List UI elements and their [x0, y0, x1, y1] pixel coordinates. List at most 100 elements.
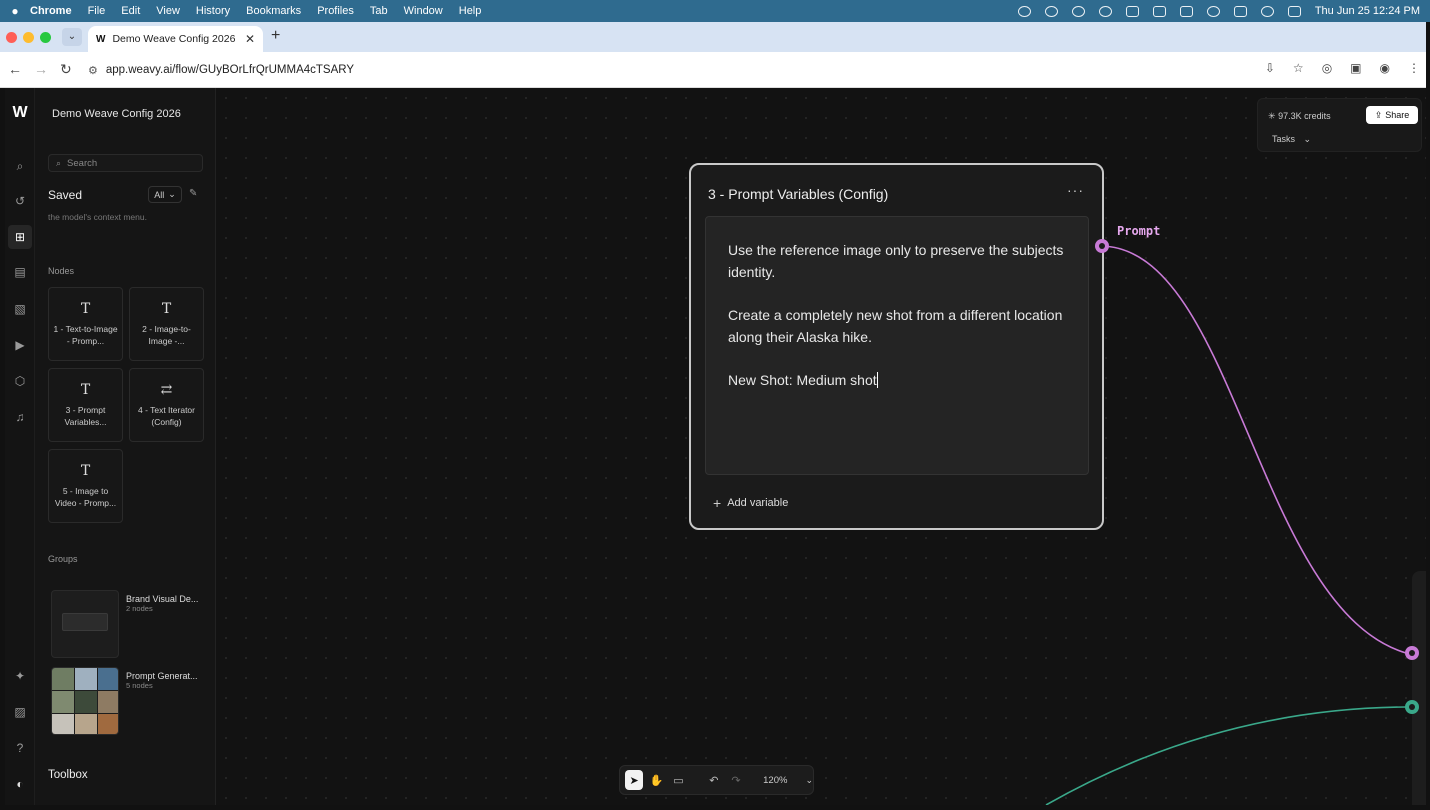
weavy-logo-icon[interactable]: W	[7, 104, 31, 124]
pan-hand-icon[interactable]: ✋	[647, 770, 665, 790]
install-app-icon[interactable]: ⇩	[1265, 61, 1275, 75]
window-minimize-button[interactable]	[23, 32, 34, 43]
tab-search-chevron-icon[interactable]: ⌄	[62, 28, 82, 46]
discord-icon[interactable]: ◐	[8, 772, 32, 796]
image-models-icon[interactable]: ▧	[8, 297, 32, 321]
menu-app-name[interactable]: Chrome	[30, 5, 72, 17]
address-bar[interactable]: ⚙ app.weavy.ai/flow/GUyBOrLfrQrUMMA4cTSA…	[88, 58, 1238, 82]
menu-view[interactable]: View	[156, 5, 180, 17]
menu-file[interactable]: File	[88, 5, 106, 17]
share-button[interactable]: ⇪ Share	[1366, 106, 1418, 124]
toolbox-briefcase-icon[interactable]: ▤	[8, 260, 32, 284]
iterator-icon: ⇄	[160, 382, 173, 398]
handle-center	[1099, 243, 1105, 249]
node-menu-dots-icon[interactable]: ···	[1067, 182, 1084, 198]
bookmark-star-icon[interactable]: ☆	[1293, 61, 1304, 75]
wifi-icon[interactable]	[1206, 5, 1220, 17]
tray-record-icon[interactable]	[1044, 5, 1058, 17]
zoom-level[interactable]: 120%	[763, 775, 787, 786]
saved-node-card[interactable]: T 5 - Image to Video - Promp...	[48, 449, 123, 523]
add-variable-button[interactable]: + Add variable	[713, 495, 788, 511]
site-info-icon[interactable]: ⚙	[88, 64, 98, 77]
window-close-button[interactable]	[6, 32, 17, 43]
tray-keyboard-icon[interactable]	[1179, 5, 1193, 17]
control-center-icon[interactable]	[1287, 5, 1301, 17]
chevron-down-icon[interactable]: ⌄	[805, 775, 813, 786]
credits-asterisk-icon: ✳	[1268, 111, 1276, 121]
address-url[interactable]: app.weavy.ai/flow/GUyBOrLfrQrUMMA4cTSARY	[106, 64, 354, 76]
forward-arrow-icon[interactable]: →	[34, 61, 48, 77]
saved-group[interactable]: Brand Visual De... 2 nodes	[51, 590, 201, 658]
new-tab-plus-icon[interactable]: +	[271, 27, 280, 45]
video-models-icon[interactable]: ▶	[8, 333, 32, 357]
node-title[interactable]: 3 - Prompt Variables (Config)	[708, 186, 888, 202]
saved-node-card[interactable]: T 1 - Text-to-Image - Promp...	[48, 287, 123, 361]
toolbox-heading[interactable]: Toolbox	[48, 769, 88, 781]
menu-help[interactable]: Help	[459, 5, 482, 17]
menubar-tray: Thu Jun 25 12:24 PM	[1017, 0, 1420, 22]
flow-canvas[interactable]: ✳ 97.3K credits ⇪ Share Tasks ⌄ 3 - Prom…	[216, 88, 1426, 805]
extension-profile-icon[interactable]: ◎	[1322, 61, 1332, 75]
3d-models-icon[interactable]: ⬡	[8, 369, 32, 393]
window-zoom-button[interactable]	[40, 32, 51, 43]
battery-icon[interactable]	[1233, 5, 1247, 17]
undo-icon[interactable]: ↶	[705, 770, 723, 790]
search-input[interactable]	[67, 157, 188, 169]
photo-tile	[98, 668, 118, 690]
prompt-paragraph-text: New Shot: Medium shot	[728, 372, 877, 388]
nodes-library-icon[interactable]: ⊞	[8, 225, 32, 249]
menubar-clock[interactable]: Thu Jun 25 12:24 PM	[1315, 5, 1420, 17]
help-icon[interactable]: ?	[8, 736, 32, 760]
prompt-text-editor[interactable]: Use the reference image only to preserve…	[705, 216, 1089, 475]
audio-models-icon[interactable]: ♫	[8, 405, 32, 429]
prompt-paragraph: Create a completely new shot from a diff…	[728, 307, 1063, 345]
filter-value: All	[154, 189, 165, 200]
history-icon[interactable]: ↺	[8, 189, 32, 213]
chrome-menu-icon[interactable]: ⋮	[1408, 61, 1420, 75]
saved-node-card[interactable]: ⇄ 4 - Text Iterator (Config)	[129, 368, 204, 442]
menu-window[interactable]: Window	[404, 5, 443, 17]
tray-window-icon[interactable]	[1152, 5, 1166, 17]
saved-node-card[interactable]: T 3 - Prompt Variables...	[48, 368, 123, 442]
image-input-handle[interactable]	[1405, 700, 1419, 714]
menu-tab[interactable]: Tab	[370, 5, 388, 17]
workspace-title[interactable]: Demo Weave Config 2026	[52, 108, 181, 120]
tray-grid-icon[interactable]	[1125, 5, 1139, 17]
redo-icon[interactable]: ↷	[727, 770, 745, 790]
edit-pencil-icon[interactable]: ✎	[189, 188, 197, 199]
prompt-variables-node[interactable]: 3 - Prompt Variables (Config) ··· Use th…	[689, 163, 1104, 530]
apple-icon[interactable]: ●	[0, 4, 30, 18]
back-arrow-icon[interactable]: ←	[8, 61, 22, 77]
nodes-section-label: Nodes	[48, 266, 75, 276]
groups-section-label: Groups	[48, 554, 78, 564]
prompt-output-handle[interactable]	[1095, 239, 1109, 253]
select-pointer-icon[interactable]: ➤	[625, 770, 644, 790]
menu-edit[interactable]: Edit	[121, 5, 140, 17]
ai-sparkle-icon[interactable]: ✦	[8, 664, 32, 688]
menu-profiles[interactable]: Profiles	[317, 5, 354, 17]
search-icon[interactable]: ⌕	[8, 154, 32, 178]
image-edge[interactable]	[1045, 706, 1407, 805]
saved-filter-select[interactable]: All ⌄	[148, 186, 182, 203]
image-edit-icon[interactable]: ▨	[8, 700, 32, 724]
spotlight-icon[interactable]	[1260, 5, 1274, 17]
tray-check-icon[interactable]	[1071, 5, 1085, 17]
saved-node-card[interactable]: T 2 - Image-to-Image -...	[129, 287, 204, 361]
prompt-edge[interactable]	[1100, 245, 1407, 654]
profile-avatar-icon[interactable]: ◉	[1380, 61, 1390, 75]
sticky-note-icon[interactable]: ▭	[669, 770, 687, 790]
tab-close-icon[interactable]: ✕	[245, 32, 255, 46]
saved-group[interactable]: Prompt Generat... 5 nodes	[51, 667, 201, 735]
reload-icon[interactable]: ↻	[60, 61, 72, 78]
prompt-input-handle[interactable]	[1405, 646, 1419, 660]
menu-history[interactable]: History	[196, 5, 230, 17]
browser-tab-active[interactable]: W Demo Weave Config 2026 ✕	[88, 26, 263, 52]
tray-app-icon[interactable]	[1017, 5, 1031, 17]
sidebar-search[interactable]: ⌕	[48, 154, 203, 172]
tasks-dropdown[interactable]: Tasks ⌄	[1272, 134, 1311, 145]
menu-bookmarks[interactable]: Bookmarks	[246, 5, 301, 17]
tray-extension-icon[interactable]	[1098, 5, 1112, 17]
extensions-puzzle-icon[interactable]: ▣	[1350, 61, 1361, 75]
photo-tile	[52, 691, 74, 713]
offscreen-node-edge[interactable]	[1412, 571, 1426, 805]
